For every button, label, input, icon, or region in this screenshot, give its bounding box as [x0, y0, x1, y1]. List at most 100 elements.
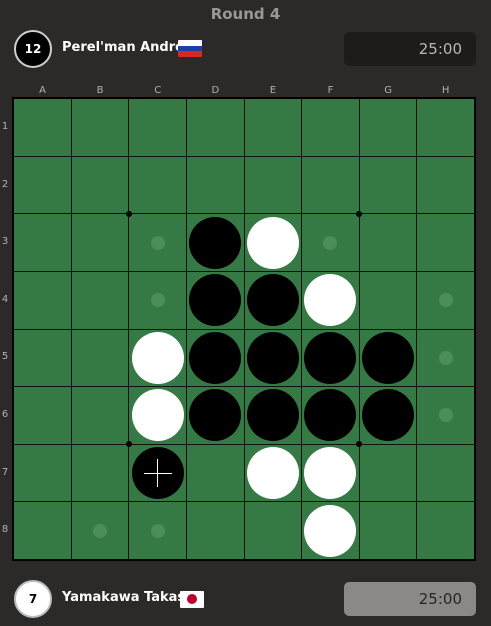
board-cell-c2[interactable] — [129, 156, 186, 214]
board-cell-e5[interactable] — [244, 329, 302, 387]
board-cell-d3[interactable] — [186, 214, 244, 271]
legal-move-hint[interactable] — [323, 235, 338, 250]
black-disc — [189, 389, 242, 442]
board-cell-f5[interactable] — [302, 329, 359, 387]
board-row-labels: 1 2 3 4 5 6 7 8 — [0, 99, 12, 560]
column-label-f: F — [327, 85, 334, 96]
board-cell-f2[interactable] — [302, 156, 359, 214]
board-cell-f3[interactable] — [302, 214, 359, 271]
legal-move-hint[interactable] — [150, 235, 165, 250]
board-cell-a6[interactable] — [14, 387, 71, 444]
black-disc-count: 12 — [14, 30, 52, 68]
board-cell-h6[interactable] — [417, 387, 474, 444]
board-cell-a2[interactable] — [14, 156, 71, 214]
row-label-7: 7 — [1, 466, 9, 478]
board-cell-e7[interactable] — [244, 444, 302, 502]
board-cell-g8[interactable] — [359, 502, 417, 559]
column-label-b: B — [96, 85, 104, 96]
column-label-g: G — [384, 85, 392, 96]
board-cell-b5[interactable] — [71, 329, 129, 387]
top-player-name: Perel'man Andrey — [62, 40, 193, 55]
black-disc — [362, 331, 415, 384]
board-cell-g7[interactable] — [359, 444, 417, 502]
board-cell-c5[interactable] — [129, 329, 186, 387]
board-cell-f4[interactable] — [302, 271, 359, 329]
board-cell-f7[interactable] — [302, 444, 359, 502]
board-cell-c8[interactable] — [129, 502, 186, 559]
board-cell-d6[interactable] — [186, 387, 244, 444]
column-label-h: H — [441, 85, 450, 96]
legal-move-hint[interactable] — [150, 293, 165, 308]
black-disc — [246, 274, 299, 327]
black-disc — [189, 216, 242, 269]
board-cell-g2[interactable] — [359, 156, 417, 214]
legal-move-hint[interactable] — [92, 523, 107, 538]
board-cell-b2[interactable] — [71, 156, 129, 214]
board-cell-c3[interactable] — [129, 214, 186, 271]
board-cell-h3[interactable] — [417, 214, 474, 271]
legal-move-hint[interactable] — [438, 293, 453, 308]
board-cell-e8[interactable] — [244, 502, 302, 559]
board-cell-b3[interactable] — [71, 214, 129, 271]
board-cell-g3[interactable] — [359, 214, 417, 271]
legal-move-hint[interactable] — [150, 523, 165, 538]
board-cell-d1[interactable] — [186, 99, 244, 156]
board-cell-a5[interactable] — [14, 329, 71, 387]
board-cell-h4[interactable] — [417, 271, 474, 329]
board-cell-h2[interactable] — [417, 156, 474, 214]
board-cell-d4[interactable] — [186, 271, 244, 329]
legal-move-hint[interactable] — [438, 408, 453, 423]
star-point-marker — [125, 441, 132, 448]
board-cell-h7[interactable] — [417, 444, 474, 502]
row-label-6: 6 — [1, 409, 9, 420]
board-cell-d8[interactable] — [186, 502, 244, 559]
row-label-5: 5 — [1, 351, 9, 363]
board-cell-e4[interactable] — [244, 271, 302, 329]
board-cell-c4[interactable] — [129, 271, 186, 329]
board-cell-h5[interactable] — [417, 329, 474, 387]
board-cell-b4[interactable] — [71, 271, 129, 329]
board-cell-a3[interactable] — [14, 214, 71, 271]
star-point-marker — [125, 210, 132, 217]
board-cell-f1[interactable] — [302, 99, 359, 156]
board-cell-e6[interactable] — [244, 387, 302, 444]
row-label-8: 8 — [1, 524, 9, 536]
board-cell-g6[interactable] — [359, 387, 417, 444]
black-disc — [304, 389, 357, 442]
board-cell-h1[interactable] — [417, 99, 474, 156]
board-cell-d5[interactable] — [186, 329, 244, 387]
board-cell-b7[interactable] — [71, 444, 129, 502]
board-cell-g1[interactable] — [359, 99, 417, 156]
board-cell-b1[interactable] — [71, 99, 129, 156]
board-cell-e2[interactable] — [244, 156, 302, 214]
board-cell-g5[interactable] — [359, 329, 417, 387]
board-cell-c6[interactable] — [129, 387, 186, 444]
bottom-player-bar: 7 Yamakawa Takashi 25:00 — [0, 578, 491, 622]
board-cell-c7[interactable] — [129, 444, 186, 502]
board-cell-a8[interactable] — [14, 502, 71, 559]
board-cell-a4[interactable] — [14, 271, 71, 329]
board-cell-e3[interactable] — [244, 214, 302, 271]
column-label-a: A — [39, 85, 46, 96]
board-cell-g4[interactable] — [359, 271, 417, 329]
board-cell-a7[interactable] — [14, 444, 71, 502]
board-cell-a1[interactable] — [14, 99, 71, 156]
board-cell-f6[interactable] — [302, 387, 359, 444]
white-disc — [131, 389, 184, 442]
board-cell-f8[interactable] — [302, 502, 359, 559]
bottom-player-clock: 25:00 — [344, 582, 476, 616]
top-player-clock: 25:00 — [344, 32, 476, 66]
white-disc — [304, 274, 357, 327]
board-cell-h8[interactable] — [417, 502, 474, 559]
board-cell-d7[interactable] — [186, 444, 244, 502]
black-disc — [304, 331, 357, 384]
board-cell-b8[interactable] — [71, 502, 129, 559]
board-cell-c1[interactable] — [129, 99, 186, 156]
white-disc — [304, 504, 357, 557]
board-cell-b6[interactable] — [71, 387, 129, 444]
board-cell-d2[interactable] — [186, 156, 244, 214]
top-player-bar: 12 Perel'man Andrey 25:00 — [0, 28, 491, 72]
board-cell-e1[interactable] — [244, 99, 302, 156]
column-label-c: C — [154, 85, 162, 96]
legal-move-hint[interactable] — [438, 350, 453, 365]
